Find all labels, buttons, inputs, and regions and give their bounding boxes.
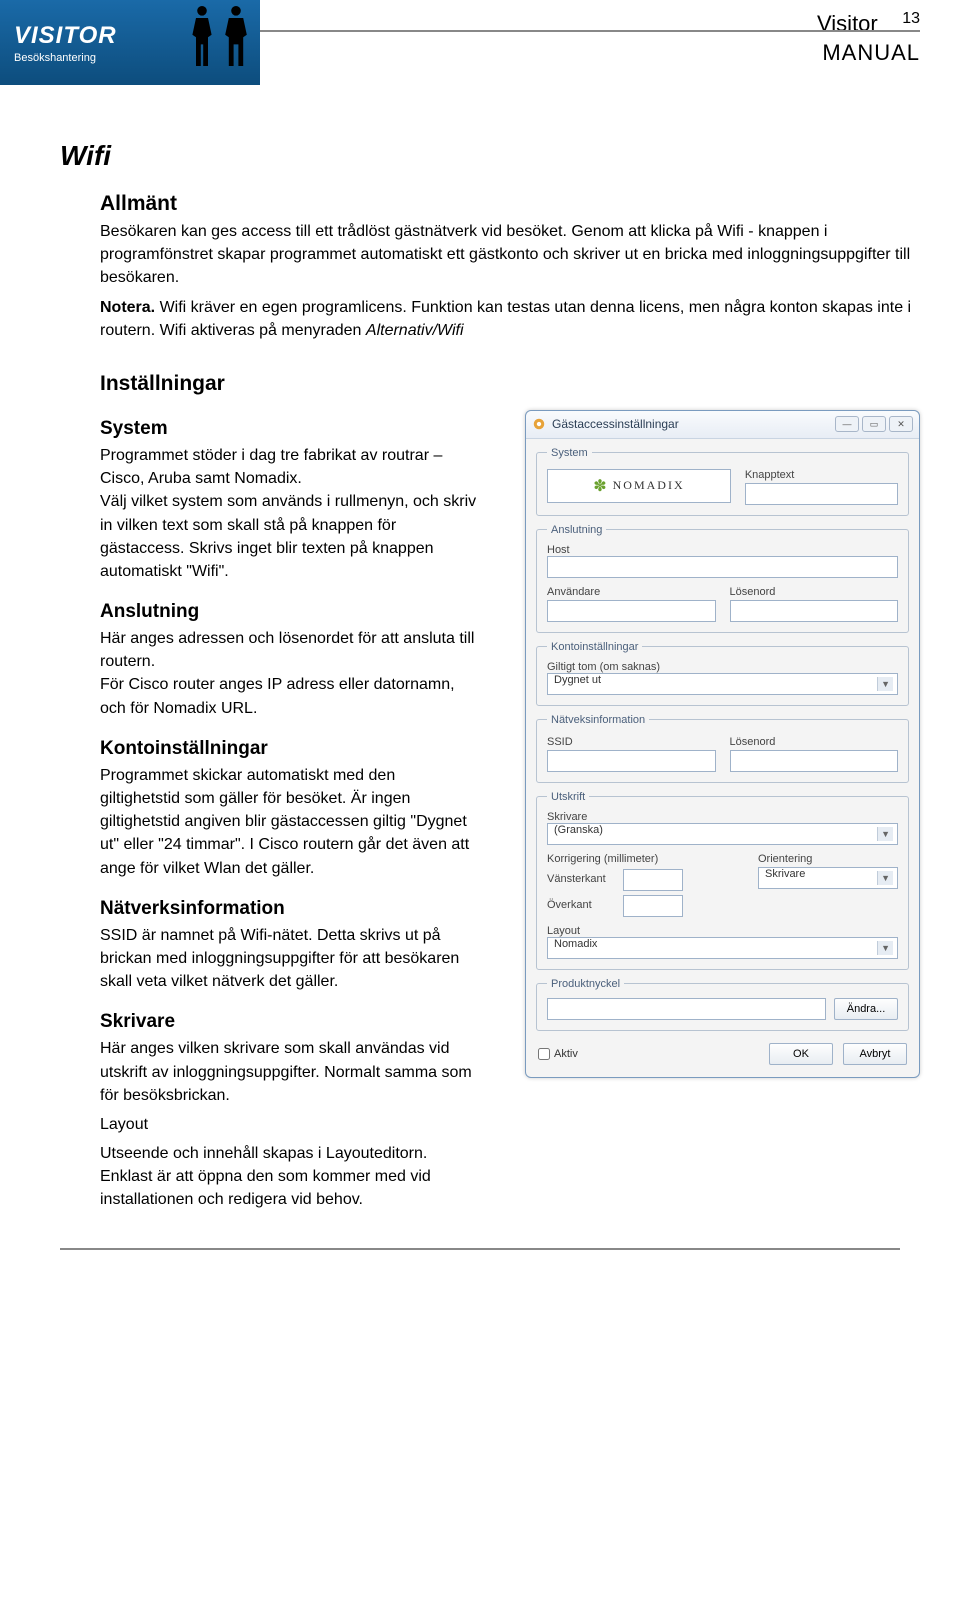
para-konto: Programmet skickar automatiskt med den g… [100, 764, 477, 880]
para-allmant-1: Besökaren kan ges access till ett trådlö… [100, 220, 920, 290]
group-anslutning: Anslutning Host Användare Lösenord [536, 524, 909, 633]
giltigt-select[interactable]: Dygnet ut [547, 673, 898, 695]
group-natverk: Nätveksinformation SSID Lösenord [536, 714, 909, 783]
giltigt-label: Giltigt tom (om saknas) [547, 661, 660, 673]
ssid-input[interactable] [547, 750, 716, 772]
heading-anslutning: Anslutning [100, 601, 477, 623]
close-button[interactable]: ✕ [889, 416, 913, 432]
avbryt-button[interactable]: Avbryt [843, 1043, 907, 1065]
net-losenord-label: Lösenord [730, 736, 899, 748]
doc-title: Visitor [817, 11, 878, 36]
logo-main: VISITOR [14, 22, 117, 50]
knapptext-input[interactable] [745, 483, 898, 505]
maximize-button[interactable]: ▭ [862, 416, 886, 432]
aktiv-input[interactable] [538, 1048, 550, 1060]
losenord-label: Lösenord [730, 586, 899, 598]
top-input[interactable] [623, 895, 683, 917]
dialog-titlebar[interactable]: Gästaccessinställningar — ▭ ✕ [526, 411, 919, 439]
losenord-input[interactable] [730, 600, 899, 622]
heading-system: System [100, 418, 477, 440]
andra-button[interactable]: Ändra... [834, 998, 898, 1020]
footer-rule [60, 1248, 900, 1250]
group-konto: Kontoinställningar Giltigt tom (om sakna… [536, 641, 909, 706]
left-label: Vänsterkant [547, 873, 617, 891]
heading-konto: Kontoinställningar [100, 738, 477, 760]
heading-natverk: Nätverksinformation [100, 898, 477, 920]
orient-select[interactable]: Skrivare [758, 867, 898, 889]
logo: VISITOR Besökshantering [0, 0, 260, 85]
group-system: System ✽NOMADIX Knapptext [536, 447, 909, 516]
left-input[interactable] [623, 869, 683, 891]
section-wifi: Wifi [60, 140, 920, 172]
para-system: Programmet stöder i dag tre fabrikat av … [100, 444, 477, 583]
heading-skrivare: Skrivare [100, 1011, 477, 1033]
page-header: VISITOR Besökshantering Visitor 13 MANUA… [0, 0, 960, 100]
doc-subtitle: MANUAL [260, 39, 920, 68]
minimize-button[interactable]: — [835, 416, 859, 432]
para-anslutning: Här anges adressen och lösenordet för at… [100, 627, 477, 720]
dialog-caption: Gästaccessinställningar [552, 417, 835, 431]
orient-label: Orientering [758, 853, 898, 865]
para-skrivare-layout-label: Layout [100, 1113, 477, 1136]
system-select[interactable]: ✽NOMADIX [547, 469, 731, 503]
host-label: Host [547, 544, 570, 556]
skrivare-select[interactable]: (Granska) [547, 823, 898, 845]
header-silhouette-icon [188, 6, 250, 66]
layout-select[interactable]: Nomadix [547, 937, 898, 959]
ssid-label: SSID [547, 736, 716, 748]
layout-label: Layout [547, 925, 580, 937]
nyckel-input[interactable] [547, 998, 826, 1020]
para-natverk: SSID är namnet på Wifi-nätet. Detta skri… [100, 924, 477, 994]
anvandare-input[interactable] [547, 600, 716, 622]
settings-icon [532, 417, 546, 431]
skrivare-label: Skrivare [547, 811, 587, 823]
group-nyckel: Produktnyckel Ändra... [536, 978, 909, 1031]
ok-button[interactable]: OK [769, 1043, 833, 1065]
top-label: Överkant [547, 899, 617, 917]
korr-label: Korrigering (millimeter) [547, 853, 744, 865]
para-notera: Notera. Wifi kräver en egen programlicen… [100, 296, 920, 342]
net-losenord-input[interactable] [730, 750, 899, 772]
aktiv-checkbox[interactable]: Aktiv [538, 1048, 759, 1060]
heading-allmant: Allmänt [100, 192, 920, 216]
group-utskrift: Utskrift Skrivare (Granska) Korrigering … [536, 791, 909, 970]
settings-dialog: Gästaccessinställningar — ▭ ✕ System [525, 410, 920, 1078]
para-skrivare-2: Utseende och innehåll skapas i Layoutedi… [100, 1142, 477, 1212]
anvandare-label: Användare [547, 586, 716, 598]
logo-sub: Besökshantering [14, 52, 117, 64]
para-skrivare-1: Här anges vilken skrivare som skall anvä… [100, 1037, 477, 1107]
heading-installningar: Inställningar [100, 372, 920, 396]
page-number: 13 [902, 10, 920, 27]
knapptext-label: Knapptext [745, 469, 898, 481]
host-input[interactable] [547, 556, 898, 578]
